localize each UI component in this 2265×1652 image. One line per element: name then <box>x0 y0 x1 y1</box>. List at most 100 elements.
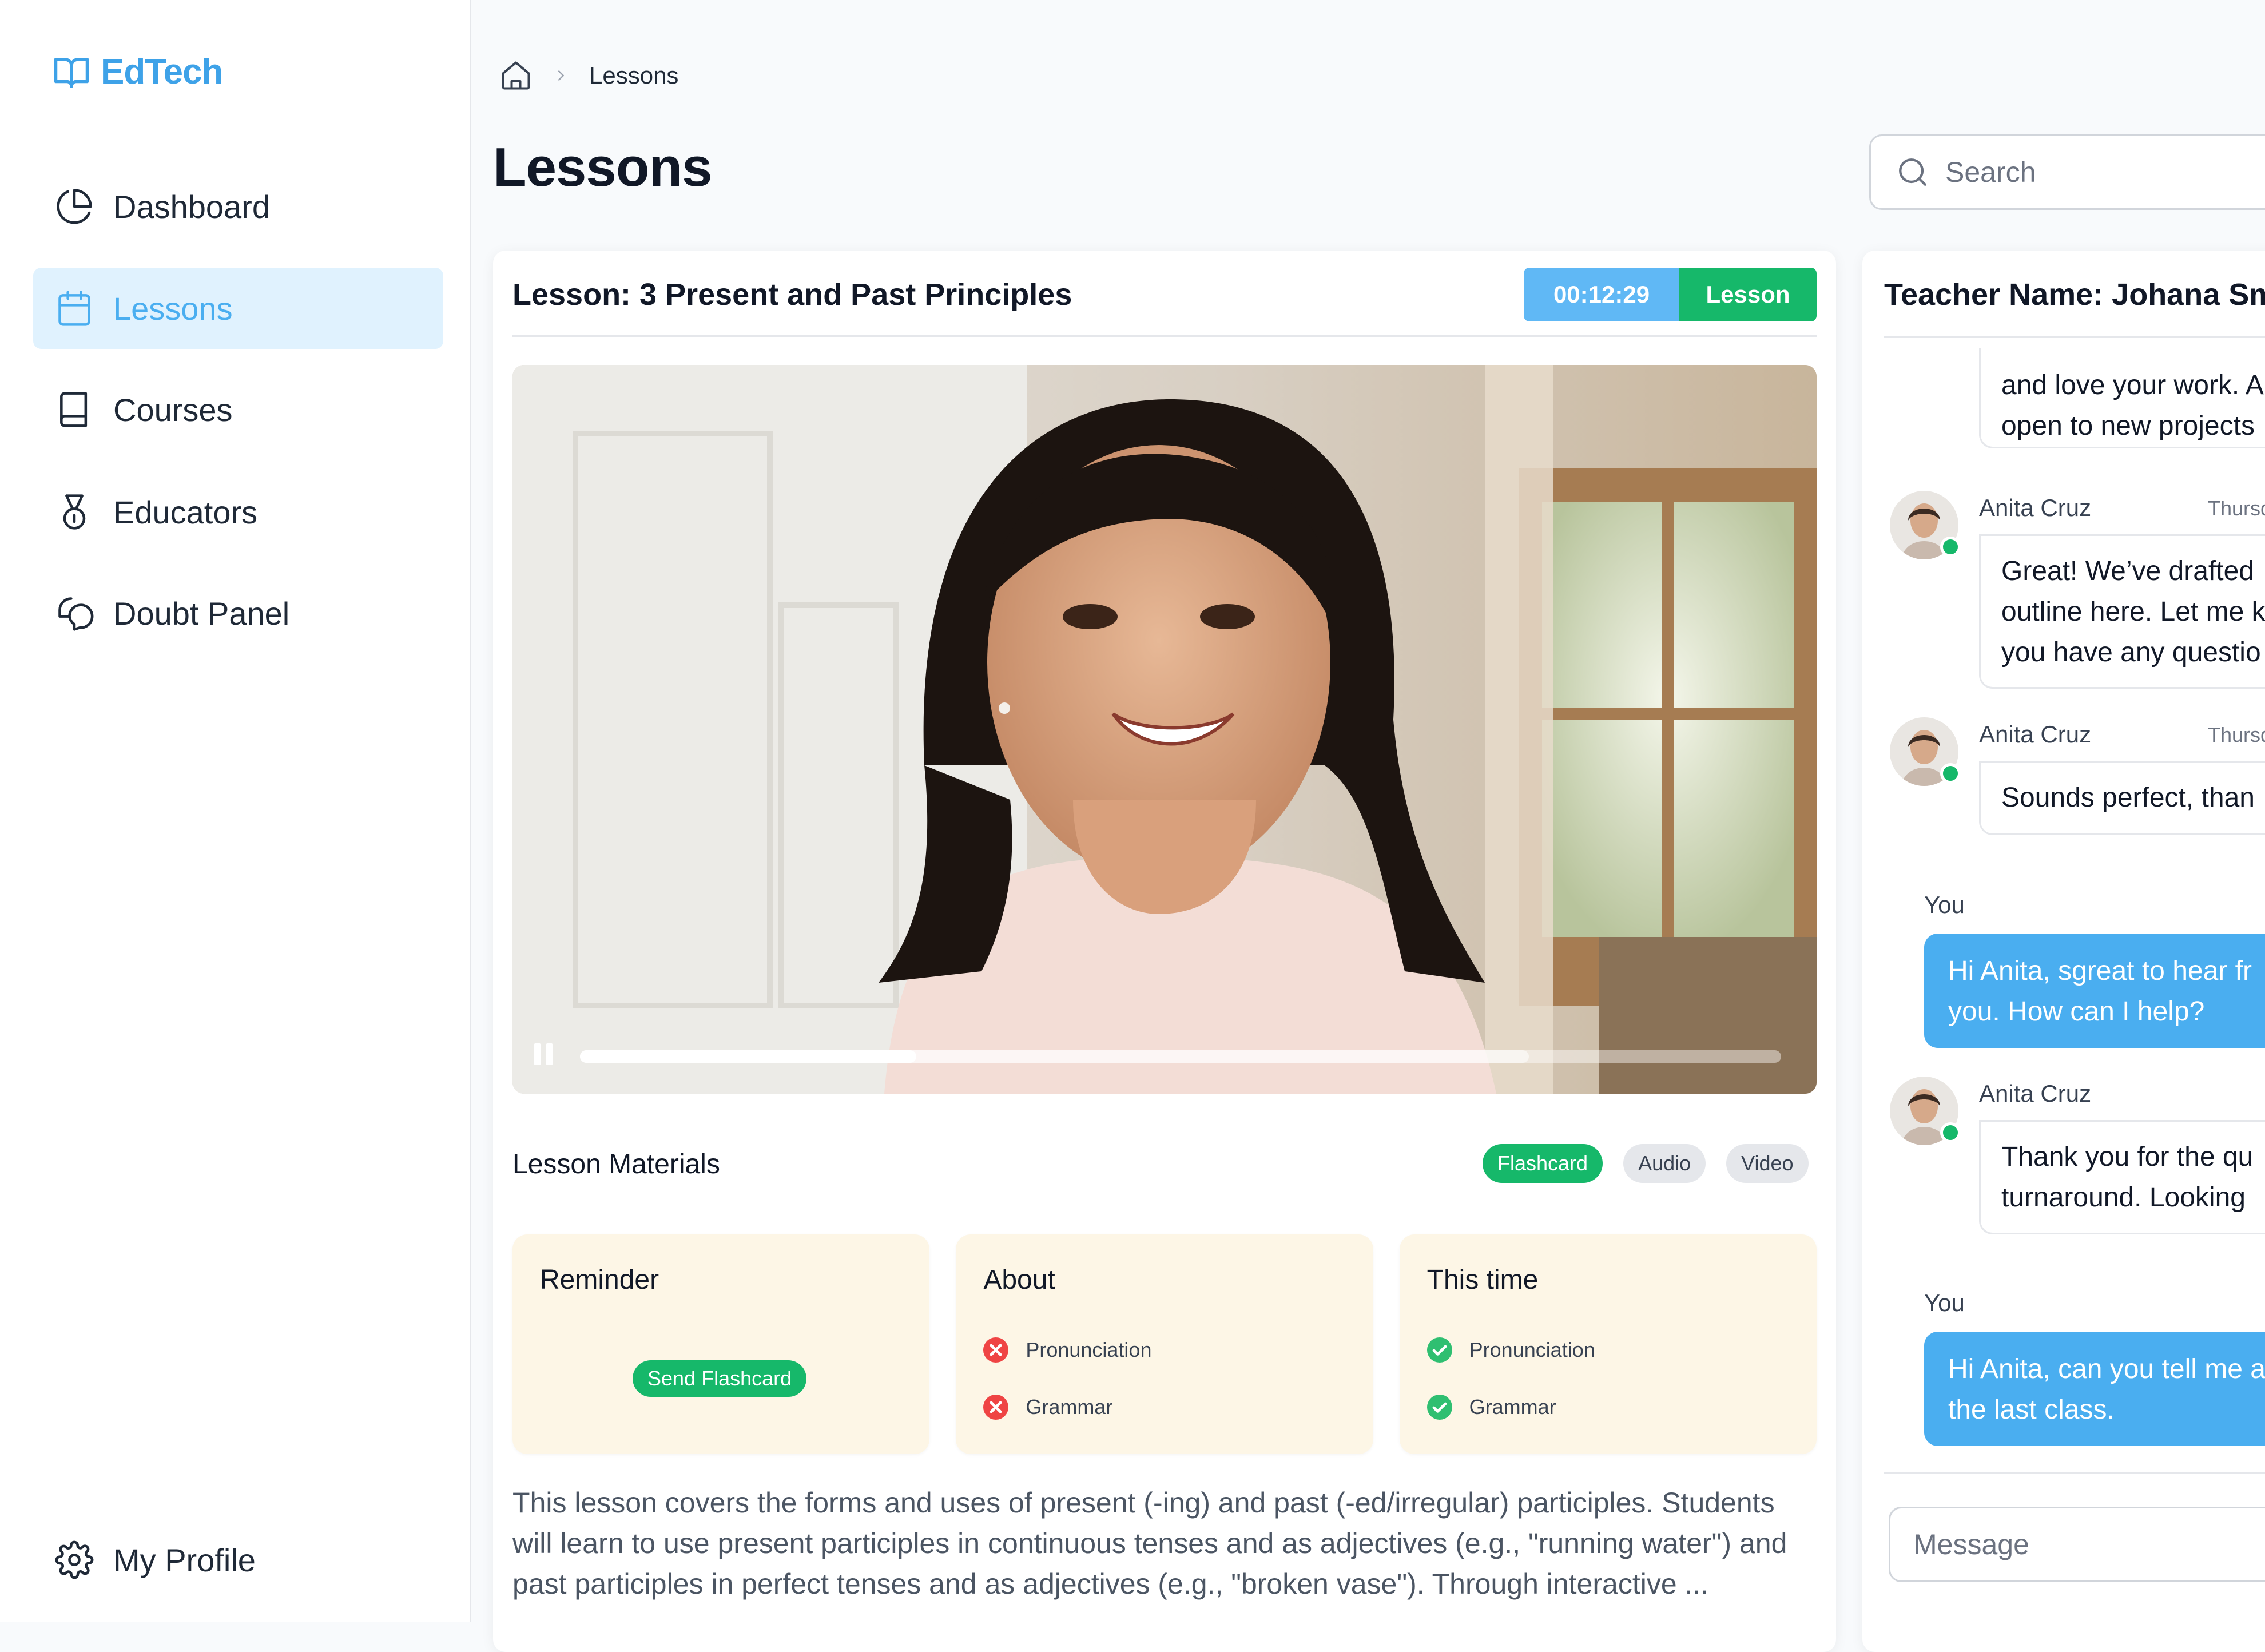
reminder-card: Reminder Send Flashcard <box>512 1234 930 1454</box>
about-item: Grammar <box>982 1393 1112 1421</box>
message-time: Thursday <box>2208 497 2265 520</box>
sidebar-item-doubt-panel[interactable]: Doubt Panel <box>33 573 443 654</box>
message-line: and love your work. A <box>2001 370 2264 400</box>
card-title: This time <box>1426 1265 1539 1295</box>
divider <box>1884 1472 2265 1474</box>
message-line: Great! We’ve drafted <box>2001 556 2254 586</box>
sidebar-item-my-profile[interactable]: My Profile <box>33 1519 443 1601</box>
sender-name: Anita Cruz <box>1979 494 2092 521</box>
chevron-right-icon <box>553 67 570 84</box>
sidebar-item-lessons[interactable]: Lessons <box>33 268 443 349</box>
sidebar-item-label: Dashboard <box>113 188 270 225</box>
breadcrumb: Lessons <box>499 58 678 93</box>
breadcrumb-current: Lessons <box>589 62 679 89</box>
card-title: Reminder <box>540 1265 659 1295</box>
chat-panel: Teacher Name: Johana Smith and love your… <box>1862 251 2265 1652</box>
lesson-description: This lesson covers the forms and uses of… <box>512 1487 1787 1600</box>
lesson-title: Lesson: 3 Present and Past Principles <box>512 277 1072 312</box>
gear-icon <box>55 1540 94 1579</box>
item-label: Grammar <box>1469 1395 1556 1419</box>
this-time-item: Grammar <box>1426 1393 1556 1421</box>
lesson-type-badge: Lesson <box>1679 268 1817 321</box>
medal-icon <box>55 493 94 531</box>
teacher-name: Teacher Name: Johana Smith <box>1884 277 2265 312</box>
you-label: You <box>1924 1289 1965 1316</box>
sidebar-item-label: My Profile <box>113 1542 256 1578</box>
sidebar-item-label: Educators <box>113 494 258 530</box>
chat-message-incoming: Great! We’ve drafted outline here. Let m… <box>1979 534 2265 689</box>
sidebar-item-label: Courses <box>113 391 233 428</box>
lesson-badges: 00:12:29 Lesson <box>1524 268 1817 321</box>
calendar-icon <box>55 289 94 328</box>
chat-message-outgoing: Hi Anita, can you tell me a the last cla… <box>1924 1332 2265 1446</box>
book-icon <box>55 390 94 429</box>
material-cards: Reminder Send Flashcard About Pronunciat… <box>512 1234 1817 1454</box>
video-played <box>580 1050 916 1063</box>
message-line: the last class. <box>1948 1395 2115 1425</box>
sender-name: Anita Cruz <box>1979 1080 2092 1107</box>
video-player[interactable] <box>512 365 1817 1094</box>
card-title: About <box>983 1265 1055 1295</box>
page-title: Lessons <box>493 137 712 198</box>
online-status-dot <box>1940 537 1961 557</box>
online-status-dot <box>1940 1122 1961 1143</box>
tag-video[interactable]: Video <box>1726 1144 1809 1183</box>
x-circle-icon <box>982 1336 1010 1364</box>
home-icon[interactable] <box>499 58 533 93</box>
check-circle-icon <box>1426 1336 1453 1364</box>
item-label: Grammar <box>1026 1395 1113 1419</box>
open-book-icon <box>53 53 90 91</box>
sidebar: EdTech Dashboard Lessons Courses Educato… <box>0 0 471 1622</box>
message-line: Hi Anita, sgreat to hear fr <box>1948 956 2252 986</box>
sidebar-item-label: Doubt Panel <box>113 595 290 632</box>
message-line: you. How can I help? <box>1948 996 2205 1027</box>
tag-flashcard[interactable]: Flashcard <box>1483 1144 1603 1183</box>
about-item: Pronunciation <box>982 1336 1151 1364</box>
message-input[interactable]: Message <box>1889 1507 2265 1582</box>
video-progress-bar[interactable] <box>580 1050 1781 1063</box>
timer-badge: 00:12:29 <box>1524 268 1679 321</box>
divider <box>512 335 1817 337</box>
tag-audio[interactable]: Audio <box>1623 1144 1706 1183</box>
chat-bubbles-icon <box>55 594 94 633</box>
logo[interactable]: EdTech <box>53 51 223 92</box>
divider <box>1884 336 2265 338</box>
search-placeholder: Search <box>1945 156 2036 188</box>
x-circle-icon <box>982 1393 1010 1421</box>
message-line: Sounds perfect, than <box>2001 783 2255 813</box>
send-flashcard-button[interactable]: Send Flashcard <box>633 1360 807 1397</box>
sidebar-item-educators[interactable]: Educators <box>33 471 443 553</box>
lesson-materials-label: Lesson Materials <box>512 1149 720 1180</box>
search-icon <box>1896 156 1929 189</box>
message-line: outline here. Let me k <box>2001 597 2265 627</box>
pie-chart-icon <box>55 187 94 226</box>
item-label: Pronunciation <box>1026 1338 1152 1361</box>
message-line: turnaround. Looking <box>2001 1182 2246 1213</box>
pause-button[interactable] <box>534 1043 557 1066</box>
online-status-dot <box>1940 763 1961 784</box>
this-time-card: This time Pronunciation Grammar <box>1399 1234 1817 1454</box>
lesson-card: Lesson: 3 Present and Past Principles 00… <box>493 251 1836 1652</box>
material-tags: Flashcard Audio Video <box>1483 1144 1809 1183</box>
item-label: Pronunciation <box>1469 1338 1595 1361</box>
sidebar-item-dashboard[interactable]: Dashboard <box>33 166 443 247</box>
message-line: you have any questio <box>2001 637 2261 668</box>
message-line: Thank you for the qu <box>2001 1142 2254 1172</box>
chat-message-incoming: Thank you for the qu turnaround. Looking <box>1979 1120 2265 1234</box>
logo-text: EdTech <box>101 52 223 92</box>
video-frame <box>512 365 1817 1094</box>
sidebar-item-label: Lessons <box>113 290 233 327</box>
chat-message-incoming: Sounds perfect, than <box>1979 761 2265 835</box>
sidebar-item-courses[interactable]: Courses <box>33 369 443 450</box>
search-input[interactable]: Search <box>1869 134 2265 210</box>
about-card: About Pronunciation Grammar <box>956 1234 1373 1454</box>
message-line: Hi Anita, can you tell me a <box>1948 1354 2265 1384</box>
check-circle-icon <box>1426 1393 1453 1421</box>
you-label: You <box>1924 891 1965 918</box>
chat-message-outgoing: Hi Anita, sgreat to hear fr you. How can… <box>1924 934 2265 1048</box>
this-time-item: Pronunciation <box>1426 1336 1595 1364</box>
message-time: Thursday <box>2208 723 2265 746</box>
message-line: open to new projects <box>2001 411 2255 441</box>
chat-message-incoming: and love your work. A open to new projec… <box>1979 348 2265 448</box>
message-placeholder: Message <box>1913 1528 2029 1560</box>
